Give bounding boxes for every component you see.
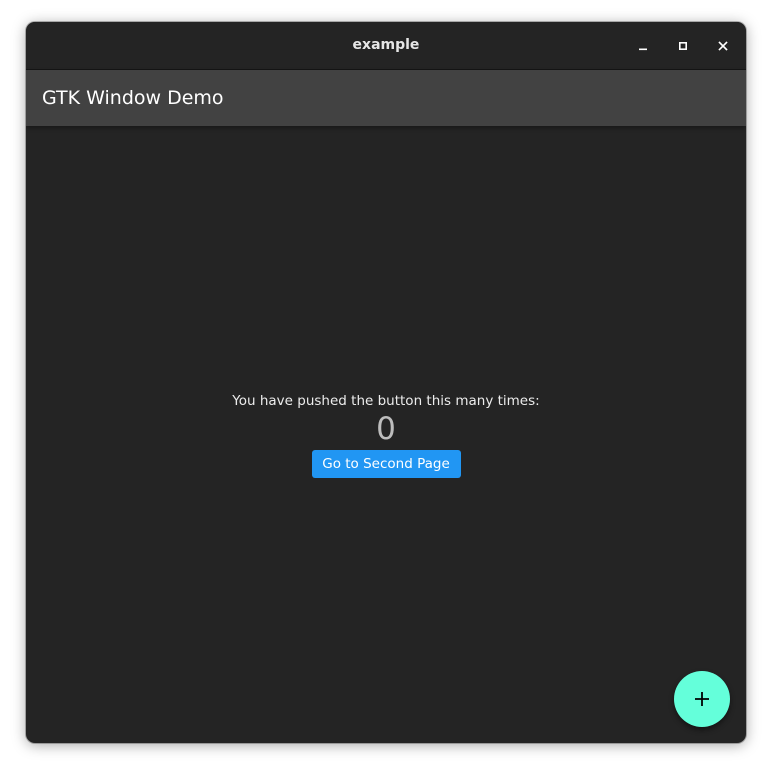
plus-icon: [695, 692, 709, 706]
increment-fab-button[interactable]: [674, 671, 730, 727]
app-window: example GTK Window Demo You have pushed …: [26, 22, 746, 743]
counter-label: You have pushed the button this many tim…: [232, 393, 540, 409]
close-button[interactable]: [711, 34, 735, 58]
minimize-button[interactable]: [631, 34, 655, 58]
maximize-icon: [678, 41, 688, 51]
go-to-second-page-button[interactable]: Go to Second Page: [311, 450, 461, 478]
counter-section: You have pushed the button this many tim…: [26, 392, 746, 478]
close-icon: [718, 41, 728, 51]
maximize-button[interactable]: [671, 34, 695, 58]
window-titlebar[interactable]: example: [26, 22, 746, 70]
counter-value: 0: [376, 411, 396, 447]
page-body: You have pushed the button this many tim…: [26, 126, 746, 743]
app-bar: GTK Window Demo: [26, 70, 746, 126]
minimize-icon: [639, 48, 647, 51]
go-to-second-page-label: Go to Second Page: [322, 456, 450, 472]
app-bar-title: GTK Window Demo: [42, 87, 224, 109]
